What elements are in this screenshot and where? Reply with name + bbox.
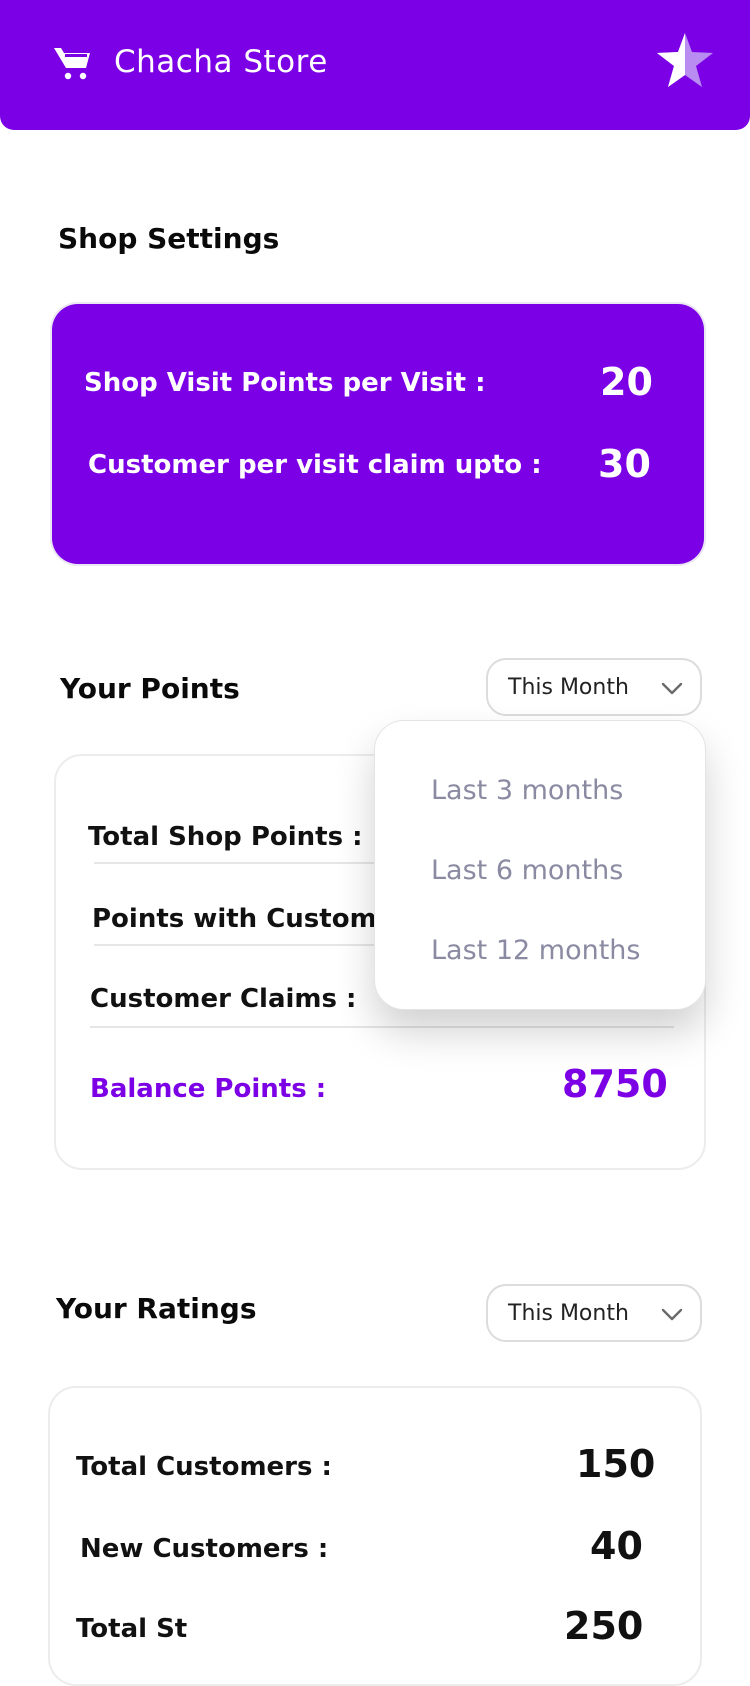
ratings-period-dropdown[interactable]: This Month <box>486 1284 702 1342</box>
shop-settings-title: Shop Settings <box>58 222 280 255</box>
claim-upto-value: 30 <box>598 442 651 486</box>
option-last-3-months[interactable]: Last 3 months <box>431 775 623 806</box>
total-stat-label: Total St <box>76 1614 188 1644</box>
star-icon[interactable] <box>654 30 716 90</box>
your-ratings-title: Your Ratings <box>56 1292 257 1325</box>
balance-points-value: 8750 <box>562 1062 668 1106</box>
your-points-title: Your Points <box>60 672 240 705</box>
row-divider <box>90 1026 674 1028</box>
app-header: Chacha Store <box>0 0 750 130</box>
app-title: Chacha Store <box>114 44 328 80</box>
points-with-customers-label: Points with Custom <box>92 904 377 934</box>
claim-upto-label: Customer per visit claim upto : <box>88 450 542 480</box>
balance-points-label: Balance Points : <box>90 1074 327 1104</box>
new-customers-value: 40 <box>590 1524 643 1568</box>
ratings-period-value: This Month <box>508 1301 629 1326</box>
visit-points-value: 20 <box>600 360 653 404</box>
total-stat-value: 250 <box>564 1604 644 1648</box>
new-customers-label: New Customers : <box>80 1534 329 1564</box>
cart-icon <box>54 48 90 80</box>
points-period-value: This Month <box>508 675 629 700</box>
total-customers-value: 150 <box>576 1442 656 1486</box>
customer-claims-label: Customer Claims : <box>90 984 357 1014</box>
chevron-down-icon <box>661 682 683 695</box>
ratings-card: Total Customers : 150 New Customers : 40… <box>48 1386 702 1686</box>
chevron-down-icon <box>661 1308 683 1321</box>
total-shop-points-label: Total Shop Points : <box>88 822 363 852</box>
points-period-dropdown[interactable]: This Month <box>486 658 702 716</box>
option-last-6-months[interactable]: Last 6 months <box>431 855 623 886</box>
shop-settings-card: Shop Visit Points per Visit : 20 Custome… <box>52 304 704 564</box>
period-dropdown-menu: Last 3 months Last 6 months Last 12 mont… <box>374 720 706 1010</box>
option-last-12-months[interactable]: Last 12 months <box>431 935 640 966</box>
visit-points-label: Shop Visit Points per Visit : <box>84 368 486 398</box>
total-customers-label: Total Customers : <box>76 1452 332 1482</box>
